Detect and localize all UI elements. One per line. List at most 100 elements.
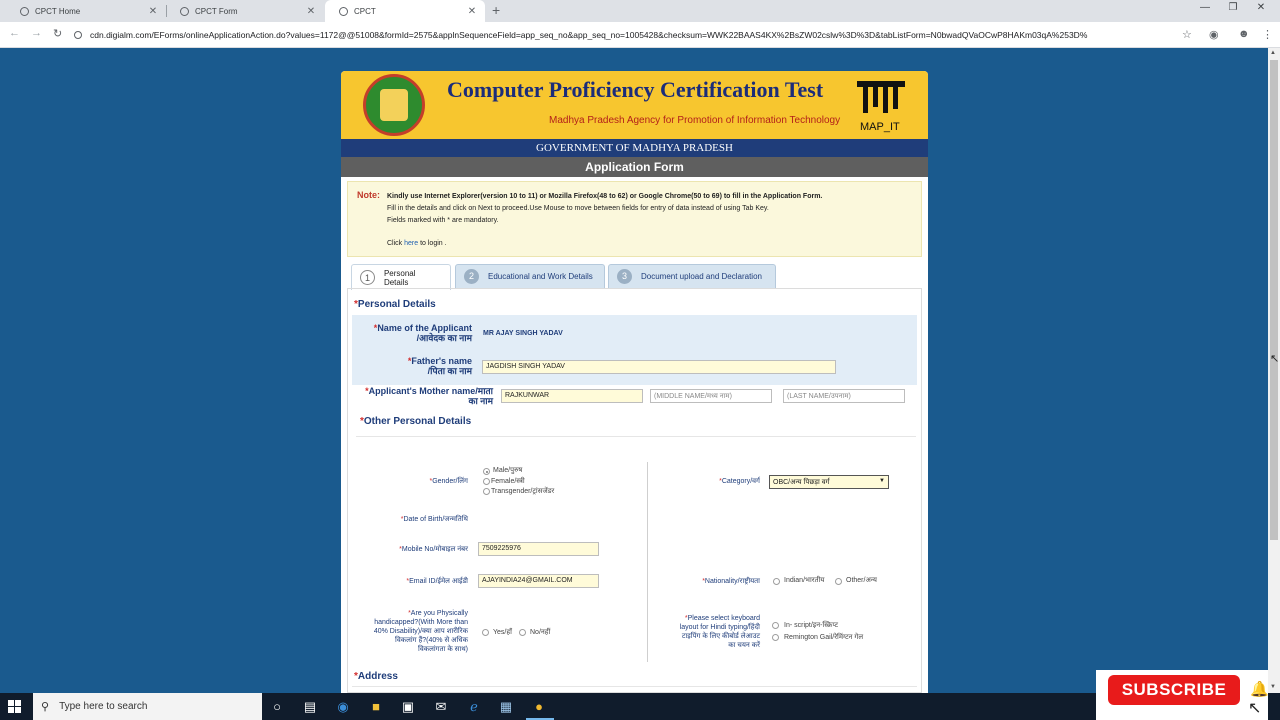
taskbar-search-placeholder: Type here to search — [59, 701, 148, 712]
scrollbar-thumb[interactable] — [1270, 60, 1278, 540]
globe-icon — [180, 6, 189, 16]
close-window-button[interactable]: ✕ — [1246, 2, 1276, 13]
browser-tab-cpct-home[interactable]: CPCT Home ✕ — [6, 0, 166, 22]
edge-browser-icon[interactable]: ◉ — [333, 697, 353, 717]
close-icon[interactable]: ✕ — [304, 6, 318, 17]
applicant-name-label: *Name of the Applicant/आवेदक का नाम — [373, 323, 472, 343]
menu-icon[interactable]: ⋮ — [1262, 28, 1273, 41]
store-icon[interactable]: ▣ — [398, 697, 418, 717]
browser-tab-cpct[interactable]: CPCT ✕ — [325, 0, 485, 22]
mail-icon[interactable]: ✉ — [431, 697, 451, 717]
keyboard-remington-radio[interactable] — [772, 634, 779, 641]
mouse-cursor-icon: ↖ — [1270, 353, 1280, 365]
keyboard-inscript-label: In- script/इन-स्क्रिप्ट — [784, 622, 839, 629]
mother-middle-name-input[interactable]: (MIDDLE NAME/मध्य नाम) — [650, 389, 772, 403]
internet-explorer-icon[interactable]: ℯ — [464, 697, 484, 717]
divider — [356, 436, 916, 437]
profile-icon[interactable]: ☻ — [1238, 28, 1250, 40]
note-login-post: to login . — [418, 240, 447, 247]
keyboard-layout-label: *Please select keyboard layout for Hindi … — [679, 615, 760, 649]
banner-title: Computer Proficiency Certification Test — [447, 77, 824, 102]
handicapped-yes-radio[interactable] — [482, 629, 489, 636]
close-icon[interactable]: ✕ — [146, 6, 160, 17]
address-bar[interactable]: cdn.digialm.com/EForms/onlineApplication… — [74, 25, 1180, 45]
mapit-logo — [857, 81, 905, 113]
mobile-input[interactable]: 7509225976 — [478, 542, 599, 556]
close-icon[interactable]: ✕ — [465, 6, 479, 17]
handicapped-no-radio[interactable] — [519, 629, 526, 636]
note-line-2: Fill in the details and click on Next to… — [387, 205, 769, 212]
gender-transgender-radio[interactable] — [483, 488, 490, 495]
note-login-pre: Click — [387, 240, 405, 247]
bell-icon[interactable]: 🔔 — [1250, 680, 1269, 698]
category-label: *Category/वर्ग — [719, 478, 760, 485]
browser-toolbar: ← → ↻ cdn.digialm.com/EForms/onlineAppli… — [0, 22, 1280, 48]
tab-document-upload-declaration[interactable]: 3 Document upload and Declaration — [608, 264, 776, 288]
gender-female-radio[interactable] — [483, 478, 490, 485]
tab-personal-details[interactable]: 1 Personal Details — [351, 264, 451, 290]
step-number: 3 — [617, 269, 632, 284]
category-selected-value: OBC/अन्य पिछड़ा वर्ग — [773, 479, 830, 486]
tab-label: Educational and Work Details — [488, 272, 593, 281]
keyboard-inscript-radio[interactable] — [772, 622, 779, 629]
tab-educational-work-details[interactable]: 2 Educational and Work Details — [455, 264, 605, 288]
bookmark-star-icon[interactable]: ☆ — [1182, 28, 1192, 41]
mouse-cursor-icon: ↖ — [1248, 700, 1262, 717]
step-number: 2 — [464, 269, 479, 284]
globe-icon — [20, 6, 29, 16]
note-line-3: Fields marked with * are mandatory. — [387, 217, 499, 224]
nationality-indian-label: Indian/भारतीय — [784, 577, 825, 584]
windows-start-icon[interactable] — [8, 700, 22, 714]
personal-details-heading: *Personal Details — [354, 299, 436, 310]
banner-subtitle: Madhya Pradesh Agency for Promotion of I… — [549, 115, 841, 126]
browser-tab-cpct-form[interactable]: CPCT Form ✕ — [166, 0, 324, 22]
login-link[interactable]: here — [404, 240, 418, 247]
cortana-icon[interactable]: ○ — [267, 697, 287, 717]
mother-name-label: *Applicant's Mother name/माता का नाम — [365, 386, 493, 406]
reload-icon[interactable]: ↻ — [53, 27, 62, 40]
mobile-label: *Mobile No/मोबाइल नंबर — [399, 546, 468, 553]
mapit-logo-text: MAP_IT — [860, 121, 900, 133]
scroll-up-icon[interactable]: ▲ — [1270, 50, 1276, 56]
task-view-icon[interactable]: ▤ — [300, 697, 320, 717]
gender-female-label: Female/स्त्री — [491, 478, 525, 485]
gender-transgender-label: Transgender/ट्रांसजेंडर — [491, 488, 555, 495]
gender-male-label: Male/पुरुष — [493, 467, 523, 474]
email-input[interactable]: AJAYINDIA24@GMAIL.COM — [478, 574, 599, 588]
chrome-icon[interactable]: ● — [529, 697, 549, 717]
note-line-4: Click here to login . — [387, 240, 447, 247]
info-icon[interactable] — [74, 31, 82, 39]
subscribe-button[interactable]: SUBSCRIBE — [1108, 675, 1240, 705]
header-banner: Computer Proficiency Certification Test … — [341, 71, 928, 139]
back-icon[interactable]: ← — [9, 27, 20, 39]
app-icon[interactable]: ▦ — [496, 697, 516, 717]
column-divider — [647, 462, 648, 662]
taskbar-search-box[interactable]: ⚲ Type here to search — [33, 693, 262, 720]
note-label: Note: — [357, 190, 380, 200]
nationality-indian-radio[interactable] — [773, 578, 780, 585]
nationality-other-radio[interactable] — [835, 578, 842, 585]
step-number: 1 — [360, 270, 375, 285]
mother-last-name-input[interactable]: (LAST NAME/उपनाम) — [783, 389, 905, 403]
forward-icon[interactable]: → — [31, 27, 42, 39]
extension-icon[interactable]: ◉ — [1209, 28, 1219, 41]
tab-label: Personal Details — [383, 268, 416, 287]
handicapped-label: *Are you Physically handicapped?(With Mor… — [373, 610, 468, 653]
tab-label: CPCT Form — [195, 6, 238, 16]
restore-button[interactable]: ❐ — [1218, 2, 1248, 13]
file-explorer-icon[interactable]: ■ — [366, 697, 386, 717]
father-name-input[interactable]: JAGDISH SINGH YADAV — [482, 360, 836, 374]
category-select[interactable]: OBC/अन्य पिछड़ा वर्ग ▼ — [769, 475, 889, 489]
other-personal-details-heading: *Other Personal Details — [360, 416, 472, 427]
form-title-bar: Application Form — [341, 157, 928, 177]
gender-male-radio[interactable] — [483, 468, 490, 475]
scroll-down-icon[interactable]: ▼ — [1270, 684, 1276, 690]
new-tab-button[interactable]: + — [492, 2, 500, 18]
tab-label: CPCT — [354, 6, 376, 16]
minimize-button[interactable]: — — [1190, 2, 1220, 13]
windows-taskbar: ⚲ Type here to search ○ ▤ ◉ ■ ▣ ✉ ℯ ▦ ● — [0, 693, 1280, 720]
address-heading: *Address — [354, 671, 398, 682]
mother-first-name-input[interactable]: RAJKUNWAR — [501, 389, 643, 403]
mp-emblem-logo — [363, 74, 425, 136]
page-scrollbar[interactable]: ▲ ▼ — [1268, 48, 1280, 693]
